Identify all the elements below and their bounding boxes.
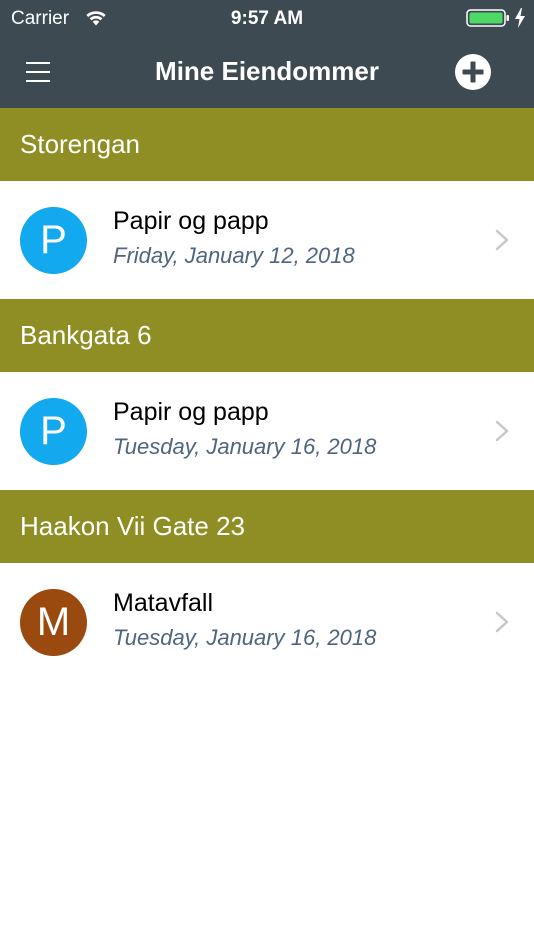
- section-header-haakon: Haakon Vii Gate 23: [0, 490, 534, 563]
- app-header: Carrier 9:57 AM Mine Eiendommer: [0, 0, 534, 108]
- section-header-bankgata: Bankgata 6: [0, 299, 534, 372]
- chevron-right-icon: [495, 611, 509, 633]
- chevron-right-icon: [495, 420, 509, 442]
- status-bar: Carrier 9:57 AM: [0, 0, 534, 36]
- plus-circle-icon[interactable]: [454, 53, 492, 91]
- status-time: 9:57 AM: [230, 8, 304, 29]
- item-title: Papir og papp: [113, 207, 269, 235]
- item-date: Friday, January 12, 2018: [113, 243, 355, 268]
- item-date: Tuesday, January 16, 2018: [113, 434, 377, 459]
- navigation-bar: Mine Eiendommer: [0, 36, 534, 108]
- avatar: P: [20, 207, 87, 274]
- section-header-storengan: Storengan: [0, 108, 534, 181]
- item-title: Matavfall: [113, 589, 214, 617]
- list-item[interactable]: P Papir og papp Tuesday, January 16, 201…: [0, 372, 534, 490]
- item-date: Tuesday, January 16, 2018: [113, 625, 377, 650]
- charging-bolt-icon: [515, 8, 525, 28]
- avatar: M: [20, 589, 87, 656]
- list-item[interactable]: M Matavfall Tuesday, January 16, 2018: [0, 563, 534, 681]
- item-title: Papir og papp: [113, 398, 269, 426]
- list-item[interactable]: P Papir og papp Friday, January 12, 2018: [0, 181, 534, 299]
- chevron-right-icon: [495, 229, 509, 251]
- battery-icon: [466, 9, 509, 27]
- avatar: P: [20, 398, 87, 465]
